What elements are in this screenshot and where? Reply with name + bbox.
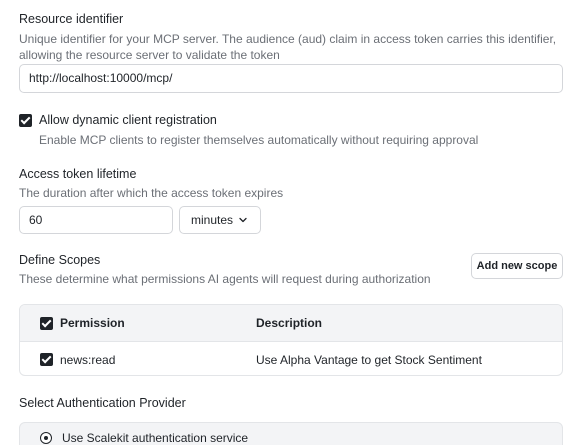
select-all-checkbox[interactable]	[40, 316, 53, 330]
permission-header-label: Permission	[60, 316, 125, 330]
scopes-label: Define Scopes	[19, 253, 101, 267]
description-column-header: Description	[256, 316, 323, 330]
radio-selected-icon[interactable]	[40, 432, 52, 444]
auth-provider-section: Select Authentication Provider	[19, 396, 186, 410]
resource-identifier-section: Resource identifier Unique identifier fo…	[19, 11, 564, 63]
token-unit-value: minutes	[191, 213, 234, 227]
resource-identifier-help: Unique identifier for your MCP server. T…	[19, 32, 557, 62]
auth-provider-option-card[interactable]: Use Scalekit authentication service	[19, 422, 563, 445]
resource-identifier-label: Resource identifier	[19, 12, 124, 26]
auth-provider-label: Select Authentication Provider	[19, 396, 186, 410]
token-unit-select[interactable]: minutes	[179, 206, 261, 234]
token-lifetime-help: The duration after which the access toke…	[19, 186, 284, 200]
scope-permission: news:read	[60, 352, 116, 367]
dcr-help: Enable MCP clients to register themselve…	[39, 133, 479, 147]
scopes-table-header: Permission Description	[20, 305, 562, 342]
table-row: news:read Use Alpha Vantage to get Stock…	[20, 342, 562, 375]
scope-description: Use Alpha Vantage to get Stock Sentiment	[256, 352, 482, 367]
scalekit-provider-option[interactable]: Use Scalekit authentication service	[40, 431, 248, 445]
mcp-server-settings: Resource identifier Unique identifier fo…	[0, 0, 578, 445]
add-new-scope-button[interactable]: Add new scope	[471, 253, 563, 279]
define-scopes-section: Define Scopes These determine what permi…	[19, 253, 459, 287]
dcr-label: Allow dynamic client registration	[39, 113, 217, 127]
scopes-help: These determine what permissions AI agen…	[19, 272, 431, 286]
dcr-checkbox[interactable]	[19, 113, 32, 127]
permission-cell: news:read	[20, 353, 256, 367]
scopes-table: Permission Description news:read Use Alp…	[19, 304, 563, 376]
resource-identifier-input[interactable]: http://localhost:10000/mcp/	[19, 64, 563, 93]
token-lifetime-label: Access token lifetime	[19, 167, 137, 181]
permission-column-header: Permission	[20, 316, 256, 330]
scope-checkbox[interactable]	[40, 353, 53, 366]
token-lifetime-input[interactable]: 60	[19, 206, 173, 234]
dynamic-client-registration-section: Allow dynamic client registration Enable…	[19, 112, 564, 148]
chevron-down-icon	[239, 217, 247, 223]
access-token-lifetime-section: Access token lifetime The duration after…	[19, 167, 564, 201]
provider-option-label: Use Scalekit authentication service	[62, 431, 249, 445]
